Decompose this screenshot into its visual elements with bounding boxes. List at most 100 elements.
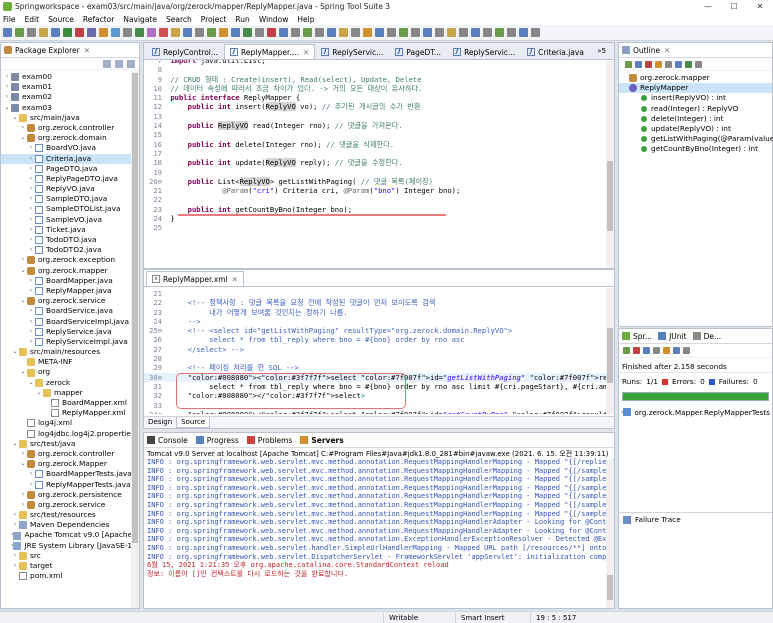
java-code-area[interactable]: 7 import java.util.List; 8 9 // CRUD 형태 : … — [144, 60, 614, 260]
tree-item[interactable]: ReplyMapper.xml — [1, 408, 139, 418]
search-icon[interactable] — [123, 28, 132, 37]
outline-tool-icon[interactable] — [665, 60, 672, 68]
collapsed-icon[interactable]: › — [11, 561, 19, 571]
collapsed-icon[interactable]: › — [27, 306, 35, 316]
tree-item[interactable]: › JRE System Library [JavaSE-1.8 — [1, 541, 139, 551]
outline-tool-icon[interactable] — [655, 60, 662, 68]
editor-overflow-button[interactable]: »5 — [597, 47, 614, 55]
tab-problems[interactable]: Problems — [246, 436, 292, 445]
junit-tool-icon[interactable] — [663, 347, 670, 354]
outline-title[interactable]: Outline — [633, 46, 660, 55]
task-icon[interactable] — [231, 28, 240, 37]
tree-item[interactable]: ⌄ org — [1, 367, 139, 377]
pin-icon[interactable] — [219, 28, 228, 37]
error-nav-icon[interactable] — [159, 28, 168, 37]
collapsed-icon[interactable]: › — [27, 327, 35, 337]
menu-help[interactable]: Help — [297, 15, 314, 24]
tree-item[interactable]: ⌄ mapper — [1, 388, 139, 398]
tree-item[interactable]: › ReplyPageDTO.java — [1, 174, 139, 184]
minimize-button[interactable]: — — [695, 0, 721, 13]
collapsed-icon[interactable]: › — [27, 225, 35, 235]
tree-item[interactable]: ⌄ src/test/java — [1, 439, 139, 449]
close-button[interactable]: ✕ — [747, 0, 773, 13]
expanded-icon[interactable]: ⌄ — [35, 388, 43, 398]
junit-tool-icon[interactable] — [643, 347, 650, 354]
open-perspective-icon[interactable] — [279, 28, 288, 37]
forward-icon[interactable] — [195, 28, 204, 37]
outline-tool-icon[interactable] — [645, 60, 652, 68]
collapsed-icon[interactable]: › — [27, 184, 35, 194]
collapsed-icon[interactable]: › — [19, 123, 27, 133]
editor-tab[interactable]: J ReplyControl... — [146, 44, 224, 59]
editor-tab[interactable]: J ReplyServic... — [315, 44, 389, 59]
xml-editor-scrollbar[interactable] — [606, 288, 614, 414]
collapsed-icon[interactable]: › — [11, 510, 19, 520]
menu-edit[interactable]: Edit — [25, 15, 40, 24]
debug-persp-icon[interactable] — [303, 28, 312, 37]
collapsed-icon[interactable]: › — [27, 276, 35, 286]
menu-navigate[interactable]: Navigate — [123, 15, 157, 24]
outline-item[interactable]: insert(ReplyVO) : int — [619, 93, 772, 103]
outline-tool-icon[interactable] — [695, 60, 702, 68]
last-edit-icon[interactable] — [423, 28, 432, 37]
tree-item[interactable]: ⌄ zerock — [1, 378, 139, 388]
tree-item[interactable]: ⌄ org.zerock.service — [1, 296, 139, 306]
junit-tool-icon[interactable] — [623, 347, 630, 354]
warning-nav-icon[interactable] — [171, 28, 180, 37]
outline-tool-icon[interactable] — [635, 60, 642, 68]
collapsed-icon[interactable]: › — [27, 154, 35, 164]
view-menu-icon[interactable] — [127, 59, 135, 68]
tree-item[interactable]: META-INF — [1, 357, 139, 367]
new-icon[interactable] — [3, 28, 12, 37]
tab-source[interactable]: Source — [176, 417, 211, 428]
outline-item[interactable]: update(ReplyVO) : int — [619, 124, 772, 134]
home-icon[interactable] — [435, 28, 444, 37]
tree-item[interactable]: › exam02 — [1, 92, 139, 102]
tree-item[interactable]: › target — [1, 561, 139, 571]
tree-item[interactable]: › Apache Tomcat v9.0 [Apache T — [1, 530, 139, 540]
collapsed-icon[interactable]: › — [27, 143, 35, 153]
git-icon[interactable] — [315, 28, 324, 37]
close-icon[interactable]: ✕ — [232, 275, 238, 284]
tree-item[interactable]: › BoardServiceImpl.java — [1, 317, 139, 327]
tree-item[interactable]: › Ticket.java — [1, 225, 139, 235]
java-icon[interactable] — [291, 28, 300, 37]
breakpoint-icon[interactable] — [363, 28, 372, 37]
stop-icon[interactable] — [75, 28, 84, 37]
expanded-icon[interactable]: ⌄ — [3, 103, 11, 113]
quick-access-icon[interactable] — [519, 28, 528, 37]
expanded-icon[interactable]: ⌄ — [11, 113, 19, 123]
junit-tool-icon[interactable] — [683, 347, 690, 354]
collapse-all-icon[interactable] — [103, 59, 111, 68]
expanded-icon[interactable]: ⌄ — [11, 347, 19, 357]
tab-debug[interactable]: De... — [692, 332, 721, 341]
tab-servers[interactable]: Servers — [300, 436, 344, 445]
tree-item[interactable]: › Maven Dependencies — [1, 520, 139, 530]
junit-tool-icon[interactable] — [653, 347, 660, 354]
collapsed-icon[interactable]: › — [3, 92, 11, 102]
collapsed-icon[interactable]: › — [19, 490, 27, 500]
tree-item[interactable]: › TodoDTO2.java — [1, 245, 139, 255]
tree-item[interactable]: log4jdbc.log4j2.properties — [1, 429, 139, 439]
menu-file[interactable]: File — [3, 15, 16, 24]
print-icon[interactable] — [39, 28, 48, 37]
collapsed-icon[interactable]: › — [19, 255, 27, 265]
outline-item[interactable]: delete(Integer) : int — [619, 114, 772, 124]
tree-item[interactable]: › BoardService.java — [1, 306, 139, 316]
tree-item[interactable]: ⌄ org.zerock.mapper — [1, 266, 139, 276]
menu-window[interactable]: Window — [259, 15, 289, 24]
editor-tab[interactable]: J ReplyMapper.... ✕ — [224, 44, 316, 59]
tree-item[interactable]: › SampleDTO.java — [1, 194, 139, 204]
collapsed-icon[interactable]: › — [27, 235, 35, 245]
collapsed-icon[interactable]: › — [27, 215, 35, 225]
tree-item[interactable]: › src — [1, 551, 139, 561]
junit-test-row[interactable]: › org.zerock.Mapper.ReplyMapperTests [ — [621, 407, 770, 417]
tab-design[interactable]: Design — [144, 417, 176, 428]
collapsed-icon[interactable]: › — [19, 500, 27, 510]
outline-item[interactable]: ReplyMapper — [619, 83, 772, 94]
collapsed-icon[interactable]: › — [27, 337, 35, 347]
collapsed-icon[interactable]: › — [27, 480, 35, 490]
collapsed-icon[interactable]: › — [11, 551, 19, 561]
tree-item[interactable]: › org.zerock.exception — [1, 255, 139, 265]
package-explorer-scrollbar[interactable] — [131, 71, 139, 608]
